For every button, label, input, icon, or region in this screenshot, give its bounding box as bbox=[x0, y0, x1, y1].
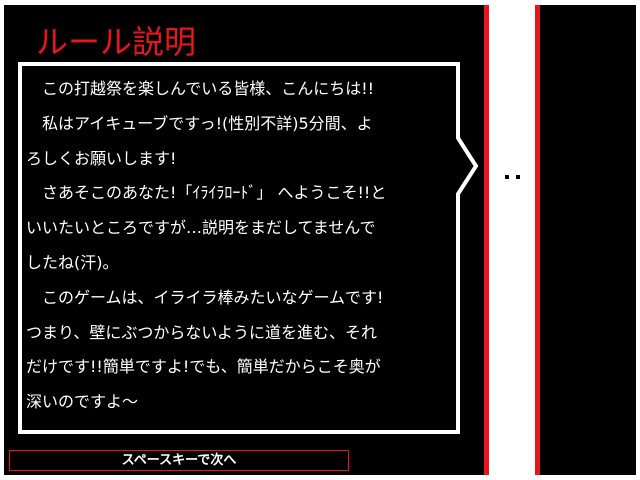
character-left-eye bbox=[505, 175, 509, 179]
cube-character-icon bbox=[494, 169, 532, 187]
dialog-line: この打越祭を楽しんでいる皆様、こんにちは!! bbox=[26, 79, 375, 98]
dialog-line: さあそこのあなた!「ｲﾗｲﾗﾛｰﾄﾞ」 へようこそ!!と bbox=[26, 183, 387, 203]
dialog-line: 深いのですよ～ bbox=[26, 392, 139, 412]
wall-left bbox=[484, 5, 489, 475]
right-wall-block bbox=[540, 5, 636, 475]
dialog-text: この打越祭を楽しんでいる皆様、こんにちは!! 私はアイキューブですっ!(性別不詳… bbox=[26, 72, 452, 420]
speech-bubble: この打越祭を楽しんでいる皆様、こんにちは!! 私はアイキューブですっ!(性別不詳… bbox=[18, 62, 479, 434]
character-right-eye bbox=[516, 175, 520, 179]
page-title: ルール説明 bbox=[36, 23, 197, 61]
dialog-line: このゲームは、イライラ棒みたいなゲームです! bbox=[26, 287, 384, 307]
dialog-line: ろしくお願いします! bbox=[26, 148, 177, 168]
dialog-line: したね(汗)。 bbox=[26, 252, 119, 272]
dialog-line: つまり、壁にぶつからないように道を進む、それ bbox=[26, 322, 378, 342]
dialog-line: 私はアイキューブですっ!(性別不詳)5分間、よ bbox=[26, 113, 373, 133]
game-screen: ルール説明 この打越祭を楽しんでいる皆様、こんにちは!! 私はアイキューブですっ… bbox=[0, 0, 640, 480]
next-prompt-button[interactable]: スペースキーで次へ bbox=[9, 450, 349, 471]
dialog-line: いいたいところですが…説明をまだしてませんで bbox=[26, 218, 376, 238]
dialog-line: だけです!!簡単ですよ!でも、簡単だからこそ奥が bbox=[26, 357, 381, 377]
